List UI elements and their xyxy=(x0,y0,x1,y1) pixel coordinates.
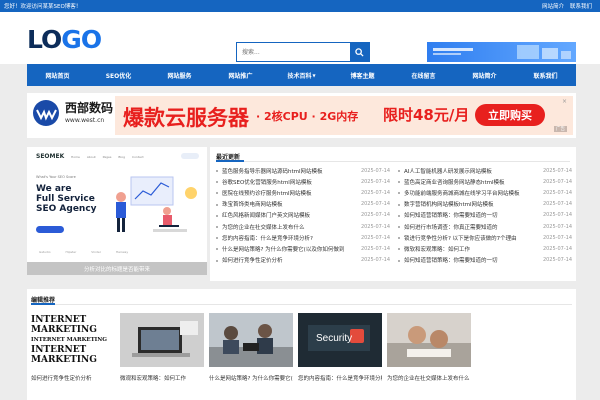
slide-partners: Gstudio Hipster Vinder Hairway xyxy=(39,250,129,254)
slide-headline: We are Full Service SEO Agency xyxy=(36,184,97,214)
ad-tag: 广告 xyxy=(554,126,567,132)
search-box xyxy=(236,42,370,62)
search-input[interactable] xyxy=(237,43,350,61)
main-nav: 网站首页 SEO优化 网站服务 网站推广 技术百科 ▼ 博客主题 在线留言 网站简… xyxy=(27,64,576,86)
ad-promo: 爆款云服务器 · 2核CPU · 2G内存 限时48元/月 立即购买 × 广告 xyxy=(115,96,573,135)
list-item[interactable]: 锁进行竞争性分析? 以下是你应该做的7个理由 2025-07-14 xyxy=(398,232,572,243)
slide-nav-button xyxy=(181,153,199,159)
nav-item-seo[interactable]: SEO优化 xyxy=(88,64,149,86)
top-link-contact[interactable]: 联系我们 xyxy=(570,2,592,10)
ad-spec: · 2核CPU · 2G内存 xyxy=(256,110,359,123)
nav-item-tech[interactable]: 技术百科 ▼ xyxy=(271,64,332,86)
article-card[interactable]: INTERNET MARKETING INTERNET MARKETING IN… xyxy=(31,313,115,382)
slide-cta xyxy=(36,226,64,233)
list-item[interactable]: 如何知道营销策略：你需要知道的一切 2025-07-14 xyxy=(398,210,572,221)
list-item[interactable]: 医院在线预约诊疗服务html网站模板 2025-07-14 xyxy=(216,187,390,198)
article-card[interactable]: 什么是网站策略? 为什么你需要它(以及你如何做到 xyxy=(209,313,293,382)
close-icon[interactable]: × xyxy=(562,98,567,105)
nav-item-contact[interactable]: 联系我们 xyxy=(515,64,576,86)
top-link-about[interactable]: 网站简介 xyxy=(542,2,564,10)
list-item[interactable]: 谷歌SEO优化营销服务html网站模板 2025-07-14 xyxy=(216,176,390,187)
search-icon xyxy=(355,47,364,57)
slide-image: SEOMEK Home About Pages Blog Contact Wha… xyxy=(31,151,203,261)
card-title: 微观和宏观策略：如何工作 xyxy=(120,376,187,382)
header-banner[interactable] xyxy=(427,42,576,62)
ad-url: www.west.cn xyxy=(65,117,105,124)
slide-nav-text: Home About Pages Blog Contact xyxy=(71,155,144,159)
editor-picks: 编辑推荐 INTERNET MARKETING INTERNET MARKETI… xyxy=(27,289,576,400)
site-logo[interactable]: LOGO xyxy=(27,26,102,54)
list-item[interactable]: 红色风格新闻媒体门户英文网站模板 2025-07-14 xyxy=(216,210,390,221)
nav-item-about[interactable]: 网站简介 xyxy=(454,64,515,86)
latest-col-left: 蓝色服务指导乐器网站源码html网站模板 2025-07-14 谷歌SEO优化营销… xyxy=(216,165,390,266)
list-item[interactable]: 数字营销机构网站模板html网站模板 2025-07-14 xyxy=(398,199,572,210)
ad-banner[interactable]: 西部数码 www.west.cn 爆款云服务器 · 2核CPU · 2G内存 限… xyxy=(27,93,576,138)
nav-item-home[interactable]: 网站首页 xyxy=(27,64,88,86)
west-logo-icon xyxy=(33,100,59,126)
list-item[interactable]: 如何进行竞争性定价分析 2025-07-14 xyxy=(216,255,390,266)
ad-price: 限时48元/月 xyxy=(383,106,470,124)
card-image-laptop xyxy=(120,313,204,367)
card-image-hands xyxy=(387,313,471,367)
list-item[interactable]: AI人工智能机器人研发展示网站模板 2025-07-14 xyxy=(398,165,572,176)
list-item[interactable]: 微软和宏观策略：如何工作 2025-07-14 xyxy=(398,243,572,254)
nav-item-services[interactable]: 网站服务 xyxy=(149,64,210,86)
buy-now-button[interactable]: 立即购买 xyxy=(475,104,545,126)
slide-caption: 分析对比的标题是否能带来 xyxy=(27,262,207,275)
list-item[interactable]: 什么是网站策略? 为什么你需要它(以及你如何做到 2025-07-14 xyxy=(216,243,390,254)
latest-col-right: AI人工智能机器人研发展示网站模板 2025-07-14 蓝色高定商业咨询服务网站… xyxy=(398,165,572,266)
list-item[interactable]: 为您的企业在社交媒体上发布什么 2025-07-14 xyxy=(216,221,390,232)
top-bar: 您好！欢迎访问某某SEO博客！ 网站简介 联系我们 xyxy=(0,0,600,12)
security-text: Security xyxy=(316,333,353,344)
list-item[interactable]: 蓝色高定商业咨询服务网站静态html模板 2025-07-14 xyxy=(398,176,572,187)
card-image-security: Security xyxy=(298,313,382,367)
list-item[interactable]: 如何知道营销策略：你需要知道的一切 2025-07-14 xyxy=(398,255,572,266)
card-title: 您的内容指南：什么是竞争环境分析? xyxy=(298,376,382,382)
card-title: 什么是网站策略? 为什么你需要它(以及你如何做到 xyxy=(209,376,293,382)
slide-logo: SEOMEK xyxy=(36,153,65,160)
list-item[interactable]: 珠宝首饰类电商网站模板 2025-07-14 xyxy=(216,199,390,210)
site-header: LOGO xyxy=(0,12,600,64)
list-item[interactable]: 多功能前端服务商城商城在线学习平台网站模板 2025-07-14 xyxy=(398,187,572,198)
card-image-marketing: INTERNET MARKETING INTERNET MARKETING IN… xyxy=(31,313,115,367)
banner-illustration xyxy=(433,45,571,59)
slide-illustration xyxy=(116,176,197,232)
ad-brand: 西部数码 xyxy=(65,101,114,115)
nav-item-guestbook[interactable]: 在线留言 xyxy=(393,64,454,86)
nav-item-promotion[interactable]: 网站推广 xyxy=(210,64,271,86)
slide-small-text: What's Your SEO Score xyxy=(36,175,76,179)
card-title: 为您的企业在社交媒体上发布什么 xyxy=(387,376,470,382)
card-title: 如何进行竞争性定价分析 xyxy=(31,376,92,382)
search-button[interactable] xyxy=(350,43,369,61)
featured-slider[interactable]: SEOMEK Home About Pages Blog Contact Wha… xyxy=(27,147,207,275)
welcome-text: 您好！欢迎访问某某SEO博客！ xyxy=(4,4,82,10)
nav-item-themes[interactable]: 博客主题 xyxy=(332,64,393,86)
article-card[interactable]: 微观和宏观策略：如何工作 xyxy=(120,313,204,382)
list-item[interactable]: 您的内容指南：什么是竞争环境分析? 2025-07-14 xyxy=(216,232,390,243)
list-item[interactable]: 蓝色服务指导乐器网站源码html网站模板 2025-07-14 xyxy=(216,165,390,176)
article-card[interactable]: 为您的企业在社交媒体上发布什么 xyxy=(387,313,471,382)
card-image-office xyxy=(209,313,293,367)
list-item[interactable]: 如何进行市场调查：你真正需要知道的 2025-07-14 xyxy=(398,221,572,232)
latest-updates: 最近更新 蓝色服务指导乐器网站源码html网站模板 2025-07-14 谷歌SE… xyxy=(210,147,576,281)
ad-headline: 爆款云服务器 xyxy=(123,106,249,130)
chevron-down-icon: ▼ xyxy=(312,72,316,78)
article-card[interactable]: Security 您的内容指南：什么是竞争环境分析? xyxy=(298,313,382,382)
